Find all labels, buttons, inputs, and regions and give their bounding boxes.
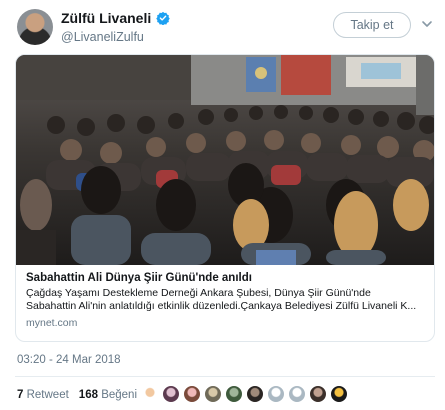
liker-avatar[interactable] <box>141 385 159 403</box>
liker-avatar[interactable] <box>309 385 327 403</box>
retweet-stat[interactable]: 7 Retweet <box>17 389 69 401</box>
verified-badge-icon <box>156 11 171 25</box>
card-description-line: Çağdaş Yaşamı Destekleme Derneği Ankara … <box>26 287 371 299</box>
liker-avatar[interactable] <box>246 385 264 403</box>
retweet-label: Retweet <box>26 389 69 401</box>
chevron-down-icon[interactable] <box>421 18 433 30</box>
author-handle[interactable]: @LivaneliZulfu <box>61 30 144 44</box>
link-preview-card[interactable]: Sabahattin Ali Dünya Şiir Günü'nde anıld… <box>15 54 435 342</box>
card-body: Sabahattin Ali Dünya Şiir Günü'nde anıld… <box>26 272 426 329</box>
liker-avatar[interactable] <box>288 385 306 403</box>
tweet-timestamp[interactable]: 03:20 - 24 Mar 2018 <box>17 354 121 366</box>
liker-avatar[interactable] <box>330 385 348 403</box>
liker-avatar[interactable] <box>162 385 180 403</box>
card-title[interactable]: Sabahattin Ali Dünya Şiir Günü'nde anıld… <box>26 272 426 284</box>
divider <box>15 376 435 377</box>
like-stat[interactable]: 168 Beğeni <box>79 389 137 401</box>
card-domain: mynet.com <box>26 317 78 329</box>
retweet-count: 7 <box>17 389 24 401</box>
liker-avatar[interactable] <box>204 385 222 403</box>
liker-avatar[interactable] <box>225 385 243 403</box>
like-label: Beğeni <box>101 389 137 401</box>
follow-button[interactable]: Takip et <box>333 12 411 38</box>
author-name-text[interactable]: Zülfü Livaneli <box>61 10 151 26</box>
liker-avatar[interactable] <box>267 385 285 403</box>
like-count: 168 <box>78 389 98 401</box>
liker-avatar[interactable] <box>183 385 201 403</box>
liker-avatars <box>141 385 348 403</box>
card-description: Çağdaş Yaşamı Destekleme Derneği Ankara … <box>26 287 426 313</box>
engagement-stats: 7 Retweet 168 Beğeni <box>17 389 137 401</box>
author-avatar[interactable] <box>17 9 53 45</box>
author-name[interactable]: Zülfü Livaneli <box>61 10 171 26</box>
card-description-line: Sabahattin Ali'nin anlatıldığı etkinlik … <box>26 300 417 312</box>
card-image <box>16 55 434 265</box>
